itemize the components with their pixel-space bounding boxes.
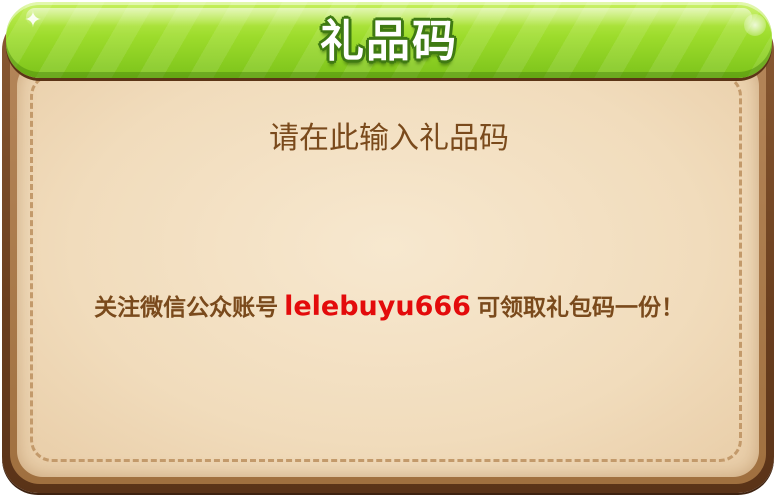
notice-suffix: 可领取礼包码一份！ (476, 295, 684, 321)
dialog-title: 礼品码 (320, 16, 458, 67)
notice-prefix: 关注微信公众账号 (94, 295, 279, 321)
gift-code-dialog: ✦ 礼品码 关注微信公众账号lelebuyu666可领取礼包码一份！ (0, 0, 778, 497)
wechat-account: lelebuyu666 (284, 291, 471, 322)
gift-code-input[interactable] (120, 110, 658, 166)
dialog-header: ✦ 礼品码 (6, 2, 772, 78)
wechat-notice: 关注微信公众账号 lelebuyu666 可领取礼包码一份！ (30, 285, 748, 329)
